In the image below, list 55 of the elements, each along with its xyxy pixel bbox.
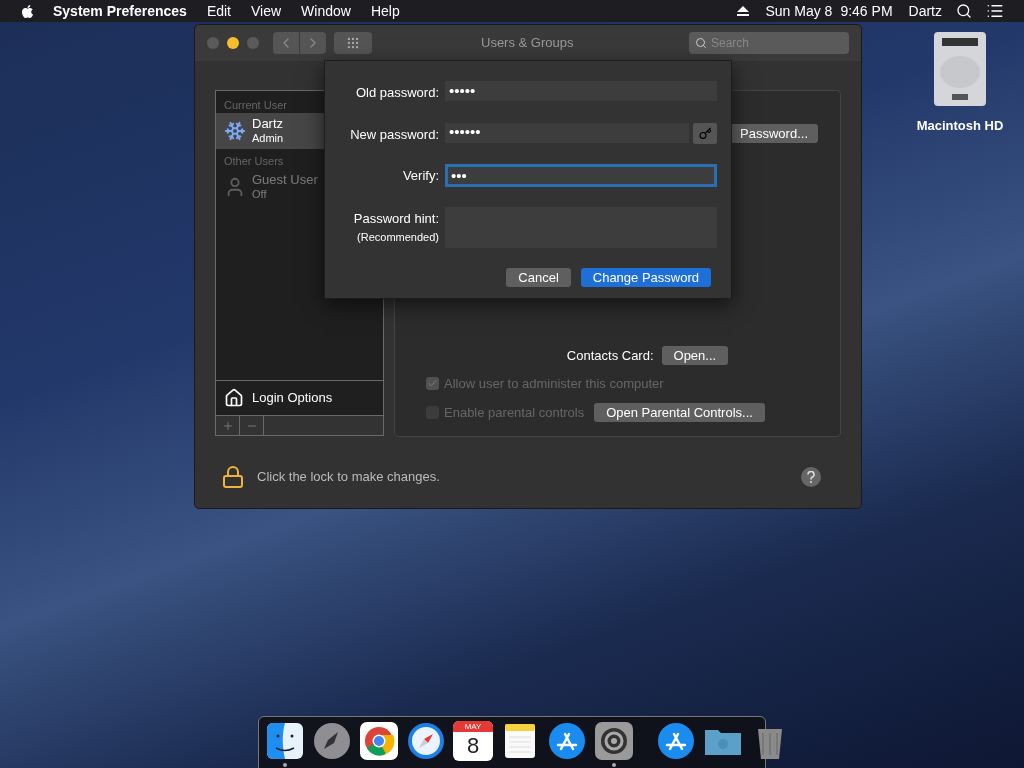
user-name: Guest User <box>252 173 318 187</box>
plus-icon <box>221 419 234 432</box>
finder-face-icon[interactable] <box>265 721 305 761</box>
password-field[interactable]: ••••• <box>445 81 717 101</box>
password-field[interactable]: ••• <box>445 164 717 187</box>
calendar-day: 8 <box>466 732 480 760</box>
menu-item[interactable]: View <box>251 0 282 22</box>
contacts-card-label: Contacts Card: <box>566 346 654 365</box>
field-label: Password hint: <box>353 210 439 228</box>
checkbox-label: Enable parental controls <box>444 403 585 422</box>
secondary-button[interactable]: Cancel <box>506 268 571 287</box>
minimize-button[interactable] <box>227 37 239 49</box>
user-role: Admin <box>252 131 284 145</box>
field-sublabel: (Recommended) <box>357 229 439 245</box>
show-all-button[interactable] <box>334 32 372 54</box>
grid-icon <box>346 36 360 50</box>
app-store-download-icon[interactable] <box>656 721 696 761</box>
menu-date[interactable]: Sun May 8 <box>765 0 833 22</box>
padlock-icon[interactable] <box>221 463 245 491</box>
key-icon <box>698 126 712 140</box>
open-contacts-button[interactable]: Open... <box>661 345 729 365</box>
eject-icon[interactable] <box>737 6 750 16</box>
menu-item[interactable]: Edit <box>206 0 231 22</box>
lock-message: Click the lock to make changes. <box>257 468 440 487</box>
password-assistant-button[interactable] <box>693 122 717 144</box>
calendar-month: MAY <box>453 721 493 732</box>
user-role: Off <box>252 187 268 201</box>
password-button[interactable]: Password... <box>730 124 818 143</box>
menu-list-icon[interactable] <box>986 2 1004 20</box>
calendar-icon[interactable]: MAY 8 <box>453 721 493 761</box>
desktop-icon-label[interactable]: Macintosh HD <box>916 116 1004 136</box>
user-name: Dartz <box>252 117 284 131</box>
menu-item[interactable]: Window <box>301 0 351 22</box>
help-button[interactable] <box>801 467 821 487</box>
checkbox-label: Allow user to administer this computer <box>444 375 664 393</box>
primary-button[interactable]: Change Password <box>580 268 711 287</box>
search-icon <box>695 37 707 49</box>
field-label: Verify: <box>402 167 439 185</box>
window-title: Users & Groups <box>481 34 574 53</box>
compass-icon[interactable] <box>406 721 446 761</box>
section-header: Current User <box>223 98 288 113</box>
menu-item[interactable]: Help <box>370 0 400 22</box>
chrome-browser-icon[interactable] <box>359 721 399 761</box>
menu-time[interactable]: 9:46 PM <box>840 0 893 22</box>
apple-menu-icon[interactable] <box>20 3 35 19</box>
field-label: Old password: <box>355 84 439 102</box>
section-header: Other Users <box>223 154 285 169</box>
house-icon <box>224 388 244 408</box>
app-menu[interactable]: System Preferences <box>53 0 187 22</box>
app-store-icon[interactable] <box>547 721 587 761</box>
password-field[interactable]: •••••• <box>445 122 689 143</box>
snowflake-avatar-icon <box>224 120 246 142</box>
menu-user[interactable]: Dartz <box>908 0 942 22</box>
question-mark-icon <box>807 471 815 483</box>
search-icon[interactable] <box>956 3 972 19</box>
